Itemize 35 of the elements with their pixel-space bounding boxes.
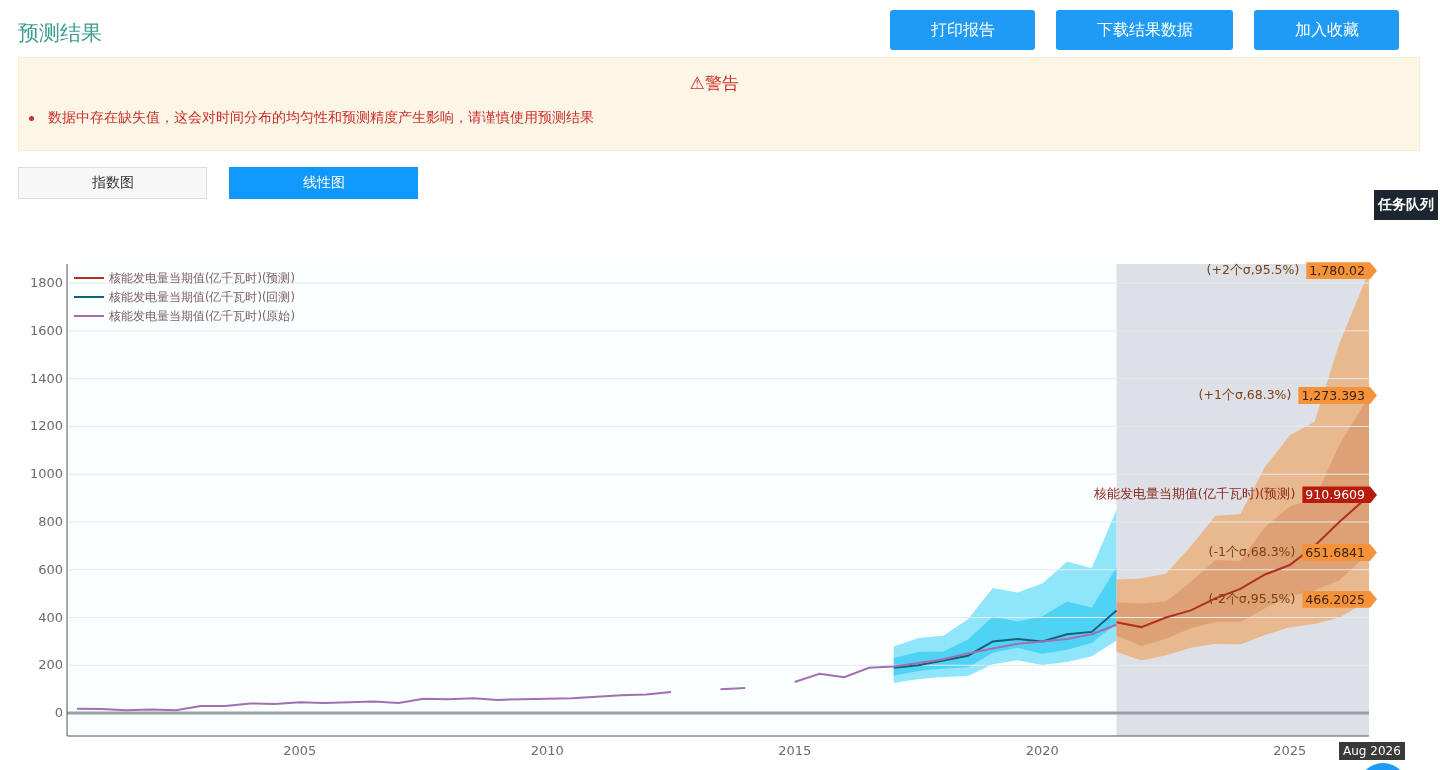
legend-label: 核能发电量当期值(亿千瓦时)(原始) xyxy=(109,309,295,323)
y-tick-label: 1000 xyxy=(29,466,63,482)
action-button[interactable]: 下载结果数据 xyxy=(1056,10,1233,50)
y-tick-label: 1200 xyxy=(29,418,63,434)
x-tick-label: 2015 xyxy=(778,743,812,758)
action-button[interactable]: 加入收藏 xyxy=(1254,10,1399,50)
tag-value: 1,780.02 xyxy=(1306,262,1377,280)
tag-value: 651.6841 xyxy=(1302,544,1377,562)
y-tick-label: 800 xyxy=(38,514,63,529)
action-button[interactable]: 打印报告 xyxy=(890,10,1035,50)
x-tick-label: 2010 xyxy=(530,743,564,758)
y-tick-label: 1600 xyxy=(29,322,63,338)
y-tick-label: 200 xyxy=(38,657,63,673)
tag-label: (+1个σ,68.3%) xyxy=(1197,385,1293,404)
x-tick-label: 2005 xyxy=(283,743,317,758)
tag-label: 核能发电量当期值(亿千瓦时)(预测) xyxy=(1092,485,1297,504)
y-tick-label: 1400 xyxy=(29,370,63,386)
y-tick-label: 400 xyxy=(38,609,63,625)
chart-tab[interactable]: 线性图 xyxy=(229,167,418,199)
x-tick-label: 2025 xyxy=(1273,743,1307,758)
y-tick-label: 1800 xyxy=(29,275,63,291)
hover-label: Aug 2026 xyxy=(1339,742,1405,760)
tag-value: 910.9609 xyxy=(1302,486,1377,504)
y-tick-label: 0 xyxy=(54,705,63,721)
legend-label: 核能发电量当期值(亿千瓦时)(预测) xyxy=(109,271,295,285)
warning-message: 数据中存在缺失值，这会对时间分布的均匀性和预测精度产生影响，请谨慎使用预测结果 xyxy=(29,109,1399,127)
x-tick-label: 2020 xyxy=(1025,743,1059,758)
tag-label: (-1个σ,68.3%) xyxy=(1207,543,1297,562)
chart-tab[interactable]: 指数图 xyxy=(18,167,207,199)
page-title: 预测结果 xyxy=(18,20,102,47)
side-tab[interactable]: 任务队列 xyxy=(1374,190,1438,220)
warning-title: ⚠警告 xyxy=(688,72,740,95)
tag-label: (+2个σ,95.5%) xyxy=(1205,261,1301,280)
legend-label: 核能发电量当期值(亿千瓦时)(回测) xyxy=(109,290,295,304)
y-tick-label: 600 xyxy=(38,561,63,577)
